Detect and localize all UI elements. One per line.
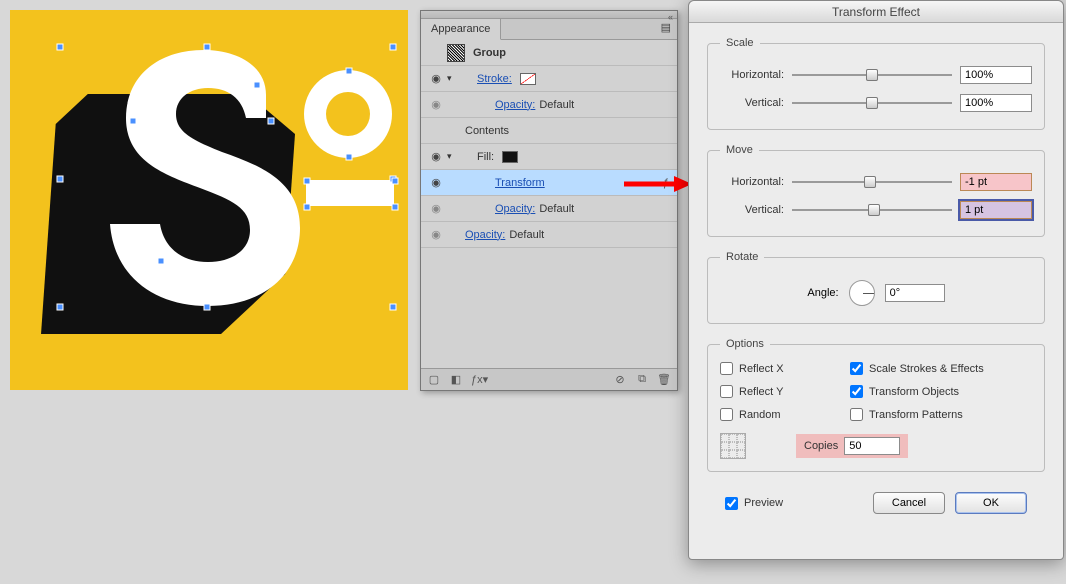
random-checkbox[interactable]: Random	[720, 408, 850, 421]
appearance-row-fill-opacity[interactable]: ◉ Opacity: Default	[421, 196, 677, 222]
chevron-down-icon[interactable]: ▾	[447, 73, 459, 84]
fx-link-icon[interactable]: ƒ	[663, 177, 677, 189]
scale-strokes-label: Scale Strokes & Effects	[869, 363, 984, 375]
options-group: Options Reflect X Scale Strokes & Effect…	[707, 338, 1045, 472]
transform-patterns-label: Transform Patterns	[869, 409, 963, 421]
transform-effect-dialog: Transform Effect Scale Horizontal: Verti…	[688, 0, 1064, 560]
move-vertical-input[interactable]	[960, 201, 1032, 219]
rotate-angle-input[interactable]	[885, 284, 945, 302]
group-thumb-icon	[447, 44, 465, 62]
preview-label: Preview	[744, 497, 783, 509]
scale-vertical-input[interactable]	[960, 94, 1032, 112]
scale-horizontal-label: Horizontal:	[720, 69, 784, 81]
reflect-y-label: Reflect Y	[739, 386, 783, 398]
panel-menu-icon[interactable]: ▤	[655, 19, 677, 39]
fill-label: Fill:	[477, 151, 494, 163]
panel-collapse-icon[interactable]: «	[668, 12, 673, 22]
dialog-title[interactable]: Transform Effect	[689, 1, 1063, 23]
scale-horizontal-slider[interactable]	[792, 68, 952, 82]
options-legend: Options	[720, 338, 770, 350]
copies-input[interactable]	[844, 437, 900, 455]
transform-objects-checkbox[interactable]: Transform Objects	[850, 385, 1032, 398]
scale-legend: Scale	[720, 37, 760, 49]
visibility-icon[interactable]: ◉	[425, 150, 447, 163]
canvas[interactable]	[0, 0, 420, 584]
move-horizontal-slider[interactable]	[792, 175, 952, 189]
duplicate-icon[interactable]: ⧉	[635, 373, 649, 386]
stroke-label[interactable]: Stroke:	[477, 73, 512, 85]
random-label: Random	[739, 409, 781, 421]
move-group: Move Horizontal: Vertical:	[707, 144, 1045, 237]
fill-swatch[interactable]	[502, 151, 518, 163]
appearance-list: Group ◉ ▾ Stroke: ◉ Opacity: Default Con…	[421, 40, 677, 248]
artwork-so[interactable]	[10, 10, 408, 390]
appearance-row-group[interactable]: Group	[421, 40, 677, 66]
preview-checkbox[interactable]: Preview	[725, 497, 783, 510]
panel-grip[interactable]: «	[421, 11, 677, 19]
appearance-row-transform[interactable]: ◉ Transform ƒ	[421, 170, 677, 196]
opacity-value: Default	[539, 203, 574, 215]
opacity-label[interactable]: Opacity:	[465, 229, 505, 241]
move-legend: Move	[720, 144, 759, 156]
chevron-down-icon[interactable]: ▾	[447, 151, 459, 162]
transform-label[interactable]: Transform	[495, 177, 545, 189]
copies-label: Copies	[804, 440, 838, 452]
transform-objects-label: Transform Objects	[869, 386, 959, 398]
add-fill-icon[interactable]: ◧	[449, 373, 463, 386]
panel-empty-area	[421, 248, 677, 368]
reflect-x-checkbox[interactable]: Reflect X	[720, 362, 850, 375]
reflect-x-label: Reflect X	[739, 363, 784, 375]
trash-icon[interactable]: 🗑	[657, 373, 671, 386]
contents-label: Contents	[447, 125, 509, 137]
move-vertical-slider[interactable]	[792, 203, 952, 217]
rotate-angle-label: Angle:	[807, 287, 838, 299]
panel-footer: ▢ ◧ ƒx▾ ⊘ ⧉ 🗑	[421, 368, 677, 390]
cancel-button[interactable]: Cancel	[873, 492, 945, 514]
tab-appearance[interactable]: Appearance	[421, 19, 501, 40]
opacity-value: Default	[509, 229, 544, 241]
transform-patterns-checkbox[interactable]: Transform Patterns	[850, 408, 1032, 421]
scale-strokes-checkbox[interactable]: Scale Strokes & Effects	[850, 362, 1032, 375]
appearance-row-group-opacity[interactable]: ◉ Opacity: Default	[421, 222, 677, 248]
scale-horizontal-input[interactable]	[960, 66, 1032, 84]
clear-appearance-icon[interactable]: ⊘	[613, 373, 627, 386]
appearance-row-stroke[interactable]: ◉ ▾ Stroke:	[421, 66, 677, 92]
artboard[interactable]	[10, 10, 408, 390]
stroke-swatch[interactable]	[520, 73, 536, 85]
move-horizontal-input[interactable]	[960, 173, 1032, 191]
fx-menu-icon[interactable]: ƒx▾	[471, 373, 485, 386]
group-label: Group	[473, 47, 506, 59]
copies-highlight: Copies	[796, 434, 908, 458]
move-horizontal-label: Horizontal:	[720, 176, 784, 188]
visibility-icon[interactable]: ◉	[425, 228, 447, 241]
scale-group: Scale Horizontal: Vertical:	[707, 37, 1045, 130]
visibility-icon[interactable]: ◉	[425, 176, 447, 189]
reflect-y-checkbox[interactable]: Reflect Y	[720, 385, 850, 398]
appearance-row-stroke-opacity[interactable]: ◉ Opacity: Default	[421, 92, 677, 118]
visibility-icon[interactable]: ◉	[425, 72, 447, 85]
add-stroke-icon[interactable]: ▢	[427, 373, 441, 386]
opacity-label[interactable]: Opacity:	[495, 203, 535, 215]
visibility-icon[interactable]: ◉	[425, 98, 447, 111]
angle-dial[interactable]	[849, 280, 875, 306]
ok-button[interactable]: OK	[955, 492, 1027, 514]
opacity-value: Default	[539, 99, 574, 111]
move-vertical-label: Vertical:	[720, 204, 784, 216]
appearance-panel: « Appearance ▤ Group ◉ ▾ Stroke: ◉ Opaci…	[420, 10, 678, 391]
visibility-icon[interactable]: ◉	[425, 202, 447, 215]
opacity-label[interactable]: Opacity:	[495, 99, 535, 111]
registration-point-picker[interactable]	[720, 433, 746, 459]
appearance-row-fill[interactable]: ◉ ▾ Fill:	[421, 144, 677, 170]
appearance-row-contents[interactable]: Contents	[421, 118, 677, 144]
rotate-legend: Rotate	[720, 251, 764, 263]
scale-vertical-label: Vertical:	[720, 97, 784, 109]
scale-vertical-slider[interactable]	[792, 96, 952, 110]
rotate-group: Rotate Angle:	[707, 251, 1045, 324]
